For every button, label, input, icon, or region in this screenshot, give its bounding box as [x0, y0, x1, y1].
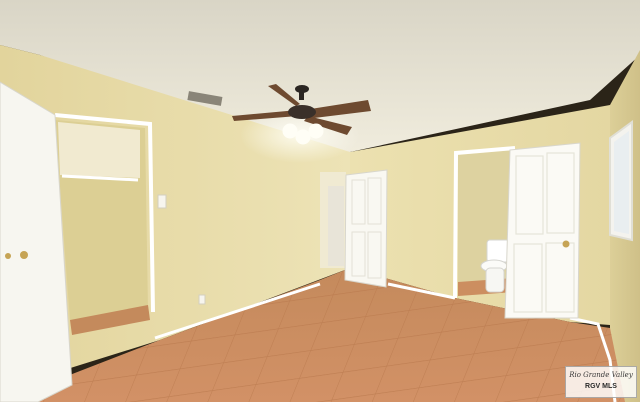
watermark-code-text: RGV MLS [585, 383, 617, 390]
room-photo: Rio Grande Valley RGV MLS [0, 0, 640, 402]
closet-door-knob [20, 251, 28, 259]
mls-watermark: Rio Grande Valley RGV MLS [565, 366, 637, 398]
bath-door-knob [562, 240, 570, 248]
window-glass [614, 131, 629, 234]
watermark-script-text: Rio Grande Valley [569, 371, 633, 379]
hall-doorway-inner [328, 186, 344, 266]
light-switch [157, 194, 167, 209]
closet-door-knob-2 [5, 253, 11, 259]
closet-inner-wall [58, 122, 140, 178]
wall-outlet [198, 294, 206, 305]
